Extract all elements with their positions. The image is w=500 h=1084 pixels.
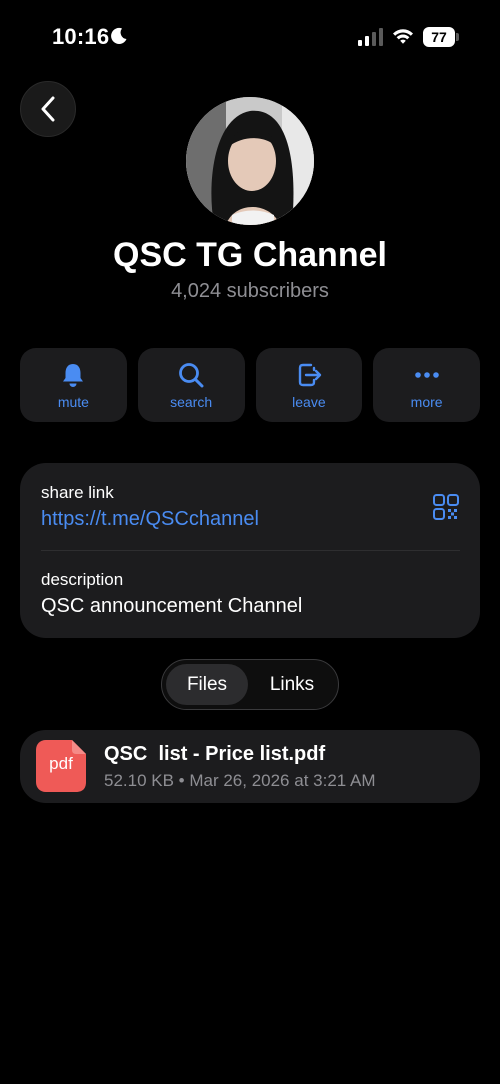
tab-files[interactable]: Files (166, 664, 248, 705)
mute-label: mute (57, 394, 89, 410)
cellular-signal-icon (358, 28, 383, 46)
avatar-photo (186, 97, 314, 225)
description-label: description (41, 570, 124, 589)
file-list-item[interactable]: pdf QSC list - Price list.pdf 52.10 KB •… (20, 730, 480, 803)
battery-level: 77 (423, 27, 455, 47)
info-divider (41, 550, 460, 551)
battery-cap (456, 33, 459, 41)
status-time: 10:16 (52, 24, 110, 49)
wifi-icon (393, 29, 413, 44)
qr-code-icon[interactable] (432, 493, 460, 521)
status-bar: 10:16 77 (0, 0, 500, 74)
channel-title: QSC TG Channel (113, 236, 387, 274)
leave-icon (298, 363, 322, 387)
leave-button[interactable]: leave (255, 348, 363, 422)
channel-avatar[interactable] (186, 97, 314, 225)
media-tabs: Files Links (161, 659, 339, 710)
battery-indicator: 77 (423, 27, 459, 47)
moon-icon (111, 27, 127, 44)
more-button[interactable]: more (373, 348, 480, 422)
chevron-left-icon (41, 96, 55, 122)
mute-button[interactable]: mute (20, 348, 127, 422)
leave-label: leave (292, 394, 326, 410)
file-name: QSC list - Price list.pdf (104, 743, 326, 765)
share-link-label: share link (41, 483, 114, 502)
subscriber-count: 4,024 subscribers (171, 280, 329, 302)
file-meta: 52.10 KB • Mar 26, 2026 at 3:21 AM (104, 771, 376, 790)
more-icon (414, 372, 439, 378)
search-label: search (170, 394, 213, 410)
action-bar: mute search leave more (20, 348, 480, 422)
description-text: QSC announcement Channel (41, 595, 303, 617)
more-label: more (410, 394, 443, 410)
back-button[interactable] (20, 81, 76, 137)
bell-icon (63, 364, 84, 387)
tab-links[interactable]: Links (250, 664, 334, 705)
search-button[interactable]: search (137, 348, 245, 422)
search-icon (179, 363, 204, 388)
share-link-url[interactable]: https://t.me/QSCchannel (41, 508, 259, 531)
channel-info-card: share link https://t.me/QSCchannel descr… (20, 463, 480, 638)
pdf-icon-label: pdf (49, 754, 73, 773)
